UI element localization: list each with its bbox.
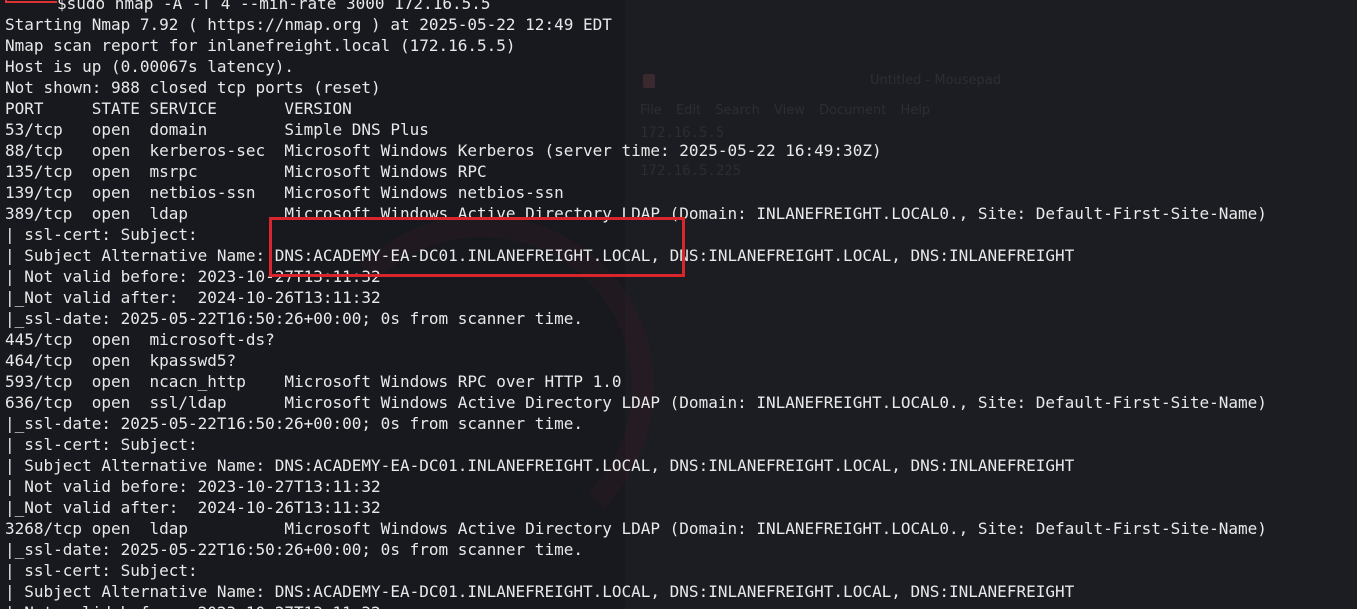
output-line: |_ssl-date: 2025-05-22T16:50:26+00:00; 0… xyxy=(5,540,583,559)
output-line: 3268/tcp open ldap Microsoft Windows Act… xyxy=(5,519,1267,538)
terminal-window[interactable]: Untitled - Mousepad File Edit Search Vie… xyxy=(0,0,1357,609)
output-line: PORT STATE SERVICE VERSION xyxy=(5,99,352,118)
output-line: | Not valid before: 2023-10-27T13:11:32 xyxy=(5,602,1267,609)
output-line: | Subject Alternative Name: DNS:ACADEMY-… xyxy=(5,582,1075,601)
output-line: 593/tcp open ncacn_http Microsoft Window… xyxy=(5,372,622,391)
output-line: 445/tcp open microsoft-ds? xyxy=(5,330,275,349)
output-line: Nmap scan report for inlanefreight.local… xyxy=(5,36,516,55)
command-line: $sudo nmap -A -T 4 --min-rate 3000 172.1… xyxy=(5,0,1267,14)
output-line: | Subject Alternative Name: DNS:ACADEMY-… xyxy=(5,456,1075,475)
output-line: 53/tcp open domain Simple DNS Plus xyxy=(5,120,429,139)
terminal-output[interactable]: $sudo nmap -A -T 4 --min-rate 3000 172.1… xyxy=(5,0,1267,609)
output-line: | ssl-cert: Subject: xyxy=(5,561,198,580)
output-line: |_Not valid after: 2024-10-26T13:11:32 xyxy=(5,288,381,307)
output-line: Starting Nmap 7.92 ( https://nmap.org ) … xyxy=(5,15,612,34)
output-line: Host is up (0.00067s latency). xyxy=(5,57,294,76)
command-text: sudo nmap -A -T 4 --min-rate 3000 172.16… xyxy=(66,0,491,13)
prompt-symbol: $ xyxy=(57,0,67,13)
output-line: | ssl-cert: Subject: xyxy=(5,435,198,454)
output-line: |_ssl-date: 2025-05-22T16:50:26+00:00; 0… xyxy=(5,414,583,433)
highlight-annotation-box xyxy=(269,217,685,277)
output-line: Not shown: 988 closed tcp ports (reset) xyxy=(5,78,381,97)
output-line: 636/tcp open ssl/ldap Microsoft Windows … xyxy=(5,393,1267,412)
output-line: | Not valid before: 2023-10-27T13:11:32 xyxy=(5,477,381,496)
output-line: 464/tcp open kpasswd5? xyxy=(5,351,237,370)
output-line: 139/tcp open netbios-ssn Microsoft Windo… xyxy=(5,183,564,202)
output-line: 135/tcp open msrpc Microsoft Windows RPC xyxy=(5,162,487,181)
prompt-arrow-icon xyxy=(5,0,57,3)
output-line: |_Not valid after: 2024-10-26T13:11:32 xyxy=(5,498,381,517)
output-line: |_ssl-date: 2025-05-22T16:50:26+00:00; 0… xyxy=(5,309,583,328)
scan-output: Starting Nmap 7.92 ( https://nmap.org ) … xyxy=(5,14,1267,609)
output-line: 88/tcp open kerberos-sec Microsoft Windo… xyxy=(5,141,882,160)
